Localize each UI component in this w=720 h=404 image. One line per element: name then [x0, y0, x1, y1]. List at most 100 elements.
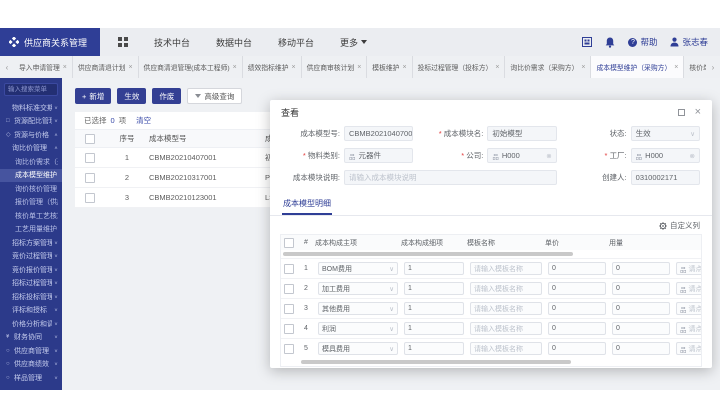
unit-price-input[interactable]: 0 — [548, 282, 606, 295]
unit-price-input[interactable]: 0 — [548, 302, 606, 315]
clear-icon[interactable]: ⊗ — [546, 152, 551, 160]
usage-input[interactable]: 0 — [612, 302, 670, 315]
sidebar-item[interactable]: 询比价管理∧ — [0, 142, 62, 156]
sidebar-item[interactable]: 招标过程管理∨ — [0, 277, 62, 291]
pick-select-input[interactable]: 品请点击选择 — [676, 282, 702, 295]
sidebar-item[interactable]: 价格分析和调价∨ — [0, 317, 62, 331]
status-select[interactable]: 生效∨ — [631, 126, 700, 141]
row-checkbox[interactable] — [284, 264, 294, 274]
tab-close-icon[interactable]: × — [292, 64, 296, 71]
tabs-scroll-left[interactable]: ‹ — [0, 56, 14, 78]
template-name-input[interactable]: 请输入模板名称 — [470, 322, 542, 335]
workbench-icon[interactable] — [582, 37, 592, 47]
sidebar-item[interactable]: 物料标准交期管理∨ — [0, 101, 62, 115]
sidebar-item[interactable]: 询价核价管理（采… — [0, 182, 62, 196]
sidebar-item[interactable]: ○供应商绩效∨ — [0, 358, 62, 372]
page-tab[interactable]: 供应商清退计划× — [73, 56, 139, 78]
sidebar-item[interactable]: 核价单工艺核算 — [0, 209, 62, 223]
tab-close-icon[interactable]: × — [495, 64, 499, 71]
pick-select-input[interactable]: 品请点击选择 — [676, 262, 702, 275]
module-desc-input[interactable]: 请输入成本模块说明 — [344, 170, 557, 185]
material-category-input[interactable]: 品元器件 — [344, 148, 413, 163]
unit-price-input[interactable]: 0 — [548, 262, 606, 275]
detail-item-input[interactable]: 1 — [404, 282, 464, 295]
template-name-input[interactable]: 请输入模板名称 — [470, 262, 542, 275]
sidebar-item-active[interactable]: 成本模型维护（采… — [0, 169, 62, 183]
row-checkbox[interactable] — [85, 193, 95, 203]
sidebar-item[interactable]: 竞价过程管理∨ — [0, 250, 62, 264]
nav-item-more[interactable]: 更多 — [340, 36, 367, 49]
page-tab-active[interactable]: 成本模型维护（采购方）× — [591, 56, 684, 78]
close-icon[interactable]: × — [695, 107, 701, 118]
sidebar-item[interactable]: 询比价需求（采购… — [0, 155, 62, 169]
model-no-input[interactable]: CBMB20210407001 — [344, 126, 413, 141]
tab-close-icon[interactable]: × — [674, 64, 678, 71]
clear-selection-link[interactable]: 清空 — [136, 115, 151, 126]
main-item-select[interactable]: 模具费用∨ — [318, 342, 398, 355]
activate-button[interactable]: 生效 — [117, 88, 146, 104]
row-checkbox[interactable] — [284, 284, 294, 294]
row-checkbox[interactable] — [284, 324, 294, 334]
select-all-checkbox[interactable] — [284, 238, 294, 248]
advanced-query-button[interactable]: 高级查询 — [187, 88, 242, 104]
unit-price-input[interactable]: 0 — [548, 342, 606, 355]
usage-input[interactable]: 0 — [612, 322, 670, 335]
factory-input[interactable]: 品H000⊗ — [631, 148, 700, 163]
row-checkbox[interactable] — [284, 304, 294, 314]
page-tab[interactable]: 投标过程管理（投标方）× — [413, 56, 506, 78]
company-input[interactable]: 品H000⊗ — [487, 148, 556, 163]
detail-item-input[interactable]: 1 — [404, 322, 464, 335]
sidebar-search-input[interactable] — [4, 83, 58, 96]
detail-item-input[interactable]: 1 — [404, 262, 464, 275]
horizontal-scrollbar[interactable] — [281, 358, 702, 366]
page-tab[interactable]: 绩效指标维护× — [243, 56, 302, 78]
sidebar-item[interactable]: ○样品管理∨ — [0, 371, 62, 385]
nav-item-mobile[interactable]: 移动平台 — [278, 36, 314, 49]
select-all-checkbox[interactable] — [85, 134, 95, 144]
template-name-input[interactable]: 请输入模板名称 — [470, 342, 542, 355]
template-name-input[interactable]: 请输入模板名称 — [470, 302, 542, 315]
main-item-select[interactable]: 加工费用∨ — [318, 282, 398, 295]
sidebar-item[interactable]: ◇货源与价格∧ — [0, 128, 62, 142]
sidebar-item[interactable]: 招标投标管理∨ — [0, 290, 62, 304]
sidebar-item[interactable]: ¥财务协同∨ — [0, 331, 62, 345]
tab-close-icon[interactable]: × — [581, 64, 585, 71]
detail-item-input[interactable]: 1 — [404, 342, 464, 355]
tab-close-icon[interactable]: × — [233, 64, 237, 71]
page-tab[interactable]: 供应商清退管理(成本工程师)× — [139, 56, 243, 78]
sidebar-item[interactable]: 工艺用量维护 — [0, 223, 62, 237]
detail-item-input[interactable]: 1 — [404, 302, 464, 315]
customize-columns-button[interactable]: 自定义列 — [270, 216, 712, 234]
row-checkbox[interactable] — [284, 344, 294, 354]
tabs-scroll-right[interactable]: › — [706, 56, 720, 78]
tab-close-icon[interactable]: × — [63, 64, 67, 71]
fullscreen-icon[interactable] — [678, 109, 685, 116]
sidebar-item[interactable]: 评标和授标∨ — [0, 304, 62, 318]
main-item-select[interactable]: 其他费用∨ — [318, 302, 398, 315]
row-checkbox[interactable] — [85, 153, 95, 163]
bell-icon[interactable] — [605, 37, 615, 48]
add-button[interactable]: +新增 — [75, 88, 111, 104]
tab-close-icon[interactable]: × — [357, 64, 361, 71]
help-button[interactable]: ? 帮助 — [628, 36, 657, 48]
nav-item-tech[interactable]: 技术中台 — [154, 36, 190, 49]
sidebar-item[interactable]: 招标方案管理∨ — [0, 236, 62, 250]
page-tab[interactable]: 模板维护× — [367, 56, 412, 78]
main-item-select[interactable]: BOM费用∨ — [318, 262, 398, 275]
pick-select-input[interactable]: 品请点击选择 — [676, 342, 702, 355]
page-tab[interactable]: 核价单工艺核算× — [684, 56, 706, 78]
main-item-select[interactable]: 利润∨ — [318, 322, 398, 335]
page-tab[interactable]: 供应商审核计划× — [302, 56, 368, 78]
template-name-input[interactable]: 请输入模板名称 — [470, 282, 542, 295]
sidebar-item[interactable]: 报价管理（供应商… — [0, 196, 62, 210]
usage-input[interactable]: 0 — [612, 282, 670, 295]
tab-close-icon[interactable]: × — [128, 64, 132, 71]
row-checkbox[interactable] — [85, 173, 95, 183]
unit-price-input[interactable]: 0 — [548, 322, 606, 335]
apps-grid-icon[interactable] — [118, 37, 128, 47]
usage-input[interactable]: 0 — [612, 342, 670, 355]
clear-icon[interactable]: ⊗ — [690, 152, 695, 160]
sidebar-item[interactable]: □货源配比管理∨ — [0, 115, 62, 129]
sidebar-item[interactable]: ○供应商管理∨ — [0, 344, 62, 358]
tab-cost-model-detail[interactable]: 成本模型明细 — [282, 195, 332, 215]
